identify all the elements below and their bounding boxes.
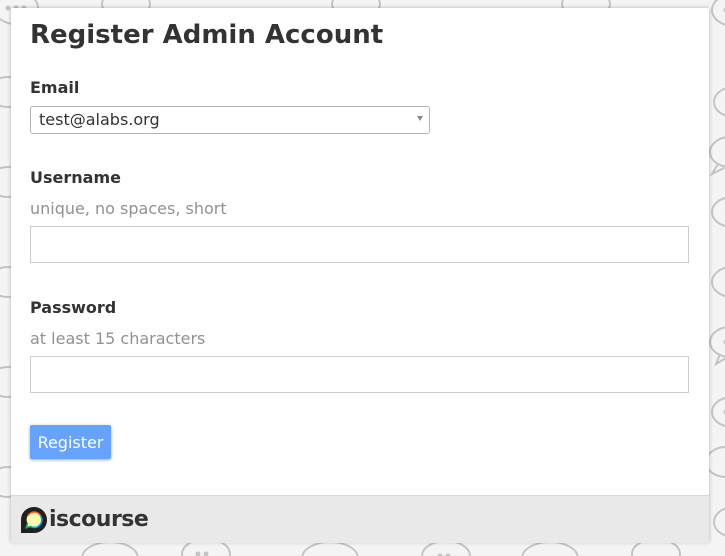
username-hint: unique, no spaces, short	[30, 199, 227, 218]
email-label: Email	[30, 78, 80, 97]
password-input[interactable]	[30, 356, 689, 393]
password-label: Password	[30, 298, 117, 317]
email-select[interactable]: test@alabs.org	[30, 106, 430, 134]
register-button[interactable]: Register	[30, 425, 111, 459]
logo-wordmark: iscourse	[49, 507, 149, 532]
page-title: Register Admin Account	[30, 20, 384, 50]
discourse-logo-icon	[21, 507, 47, 533]
footer: iscourse	[11, 495, 709, 543]
username-input[interactable]	[30, 226, 689, 263]
password-hint: at least 15 characters	[30, 329, 206, 348]
register-admin-card: Register Admin Account Email test@alabs.…	[11, 8, 709, 543]
email-select-value: test@alabs.org	[39, 110, 160, 129]
chevron-down-icon	[417, 116, 423, 121]
username-label: Username	[30, 168, 121, 187]
